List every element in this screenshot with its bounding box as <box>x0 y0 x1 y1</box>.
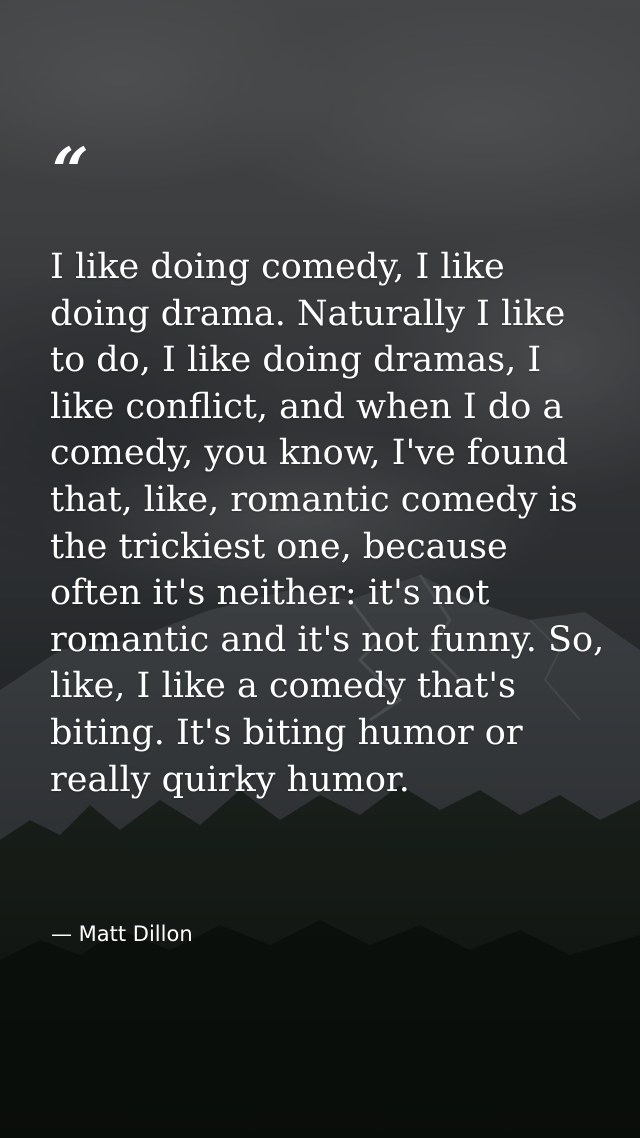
quote-author: — Matt Dillon <box>51 922 193 946</box>
quote-mark-icon: “ <box>52 134 89 209</box>
quote-text: I like doing comedy, I like doing drama.… <box>50 247 605 800</box>
quote-card: “ I like doing comedy, I like doing dram… <box>0 0 640 1138</box>
